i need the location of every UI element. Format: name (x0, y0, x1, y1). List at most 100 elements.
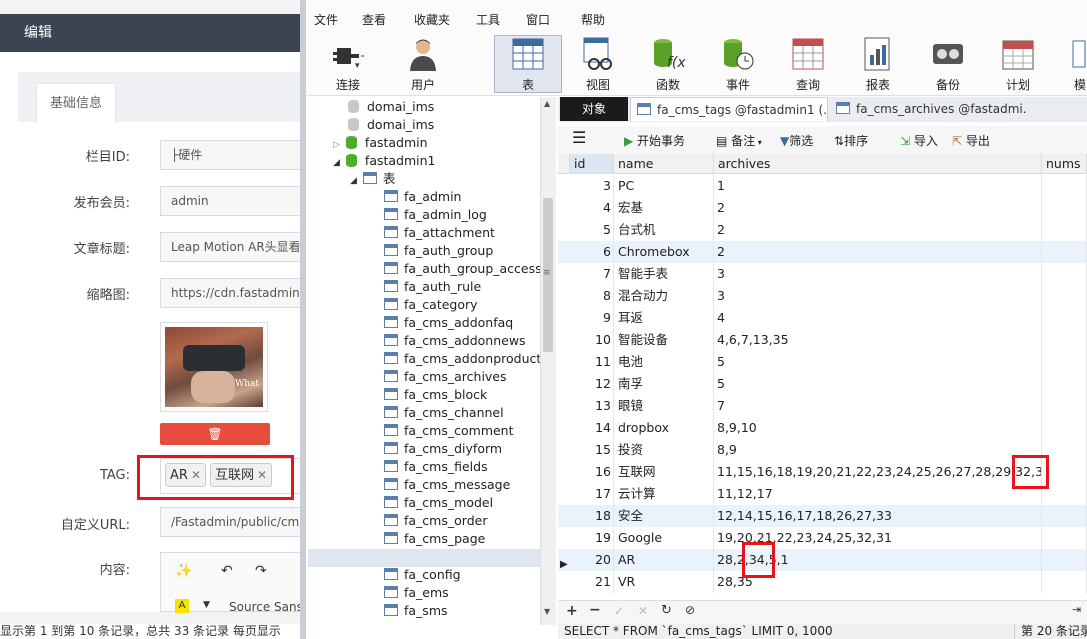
table-row[interactable]: 16 互联网 11,15,16,18,19,20,21,22,23,24,25,26… (558, 461, 1087, 483)
cell-archives[interactable]: 8,9,10 (714, 417, 1042, 439)
scroll-up-icon[interactable]: ▲ (544, 99, 550, 108)
cell-id[interactable]: 17 (570, 483, 614, 505)
table-row[interactable]: 3 PC 1 (558, 175, 1087, 197)
url-input[interactable]: /Fastadmin/public/cms/a (160, 507, 306, 537)
cell-id[interactable]: 6 (570, 241, 614, 263)
tree-table-fa-ems[interactable]: fa_ems (384, 584, 449, 602)
cell-id[interactable]: 12 (570, 373, 614, 395)
function-button[interactable]: f(x)函数 (636, 36, 700, 94)
cell-name[interactable]: 智能手表 (614, 263, 714, 285)
cell-id[interactable]: 18 (570, 505, 614, 527)
tree-table-fa-cms-diyform[interactable]: fa_cms_diyform (384, 440, 502, 458)
table-row[interactable]: 17 云计算 11,12,17 (558, 483, 1087, 505)
table-row[interactable]: 11 电池 5 (558, 351, 1087, 373)
delete-thumb-button[interactable]: 🗑 (160, 423, 270, 445)
scroll-down-icon[interactable]: ▼ (544, 607, 550, 616)
cell-nums[interactable] (1042, 307, 1087, 329)
begin-transaction-button[interactable]: ▶ 开始事务 (624, 132, 685, 149)
thumb-url-input[interactable]: https://cdn.fastadmin.net (160, 278, 306, 308)
cell-archives[interactable]: 4,6,7,13,35 (714, 329, 1042, 351)
table-row[interactable]: 9 耳返 4 (558, 307, 1087, 329)
cell-id[interactable]: 4 (570, 197, 614, 219)
tree-table-fa-cms-block[interactable]: fa_cms_block (384, 386, 487, 404)
cell-archives[interactable]: 4 (714, 307, 1042, 329)
import-button[interactable]: ⇲ 导入 (900, 132, 938, 149)
tree-group-tables[interactable]: ◢ 表 (350, 170, 395, 188)
cell-name[interactable]: VR (614, 571, 714, 593)
apply-icon[interactable]: ✓ (614, 604, 624, 618)
column-header-name[interactable]: name (614, 154, 714, 174)
tree-db-fastadmin[interactable]: ▷ fastadmin (333, 134, 428, 152)
tree-table-fa-cms-message[interactable]: fa_cms_message (384, 476, 510, 494)
undo-icon[interactable]: ↶ (221, 563, 233, 579)
last-page-icon[interactable]: ⇥ (1072, 603, 1081, 616)
report-button[interactable]: 报表 (846, 36, 910, 94)
cell-id[interactable]: 8 (570, 285, 614, 307)
query-button[interactable]: 查询 (776, 36, 840, 94)
user-button[interactable]: 用户 (391, 36, 455, 94)
cell-id[interactable]: 16 (570, 461, 614, 483)
cell-nums[interactable] (1042, 373, 1087, 395)
add-row-icon[interactable]: + (566, 603, 578, 619)
column-header-nums[interactable]: nums (1042, 154, 1087, 174)
cell-name[interactable]: 混合动力 (614, 285, 714, 307)
cell-id[interactable]: 10 (570, 329, 614, 351)
backup-button[interactable]: 备份 (916, 36, 980, 94)
note-button[interactable]: ▤ 备注 ▾ (716, 132, 762, 149)
cell-archives[interactable]: 8,9 (714, 439, 1042, 461)
cell-nums[interactable] (1042, 241, 1087, 263)
cell-nums[interactable] (1042, 329, 1087, 351)
tab-fa-cms-tags[interactable]: fa_cms_tags @fastadmin1 (... (630, 97, 828, 121)
cell-id[interactable]: 13 (570, 395, 614, 417)
tree-table-fa-auth-group-access[interactable]: fa_auth_group_access (384, 260, 542, 278)
cell-id[interactable]: 11 (570, 351, 614, 373)
cell-name[interactable]: dropbox (614, 417, 714, 439)
cell-nums[interactable] (1042, 263, 1087, 285)
cell-archives[interactable]: 3 (714, 263, 1042, 285)
cell-name[interactable]: 耳返 (614, 307, 714, 329)
cell-id[interactable]: 3 (570, 175, 614, 197)
tree-db-domai-ims[interactable]: domai_ims (348, 98, 434, 116)
cell-archives[interactable]: 2 (714, 219, 1042, 241)
table-row[interactable]: 5 台式机 2 (558, 219, 1087, 241)
tree-table-fa-cms-comment[interactable]: fa_cms_comment (384, 422, 514, 440)
tree-table-fa-auth-rule[interactable]: fa_auth_rule (384, 278, 481, 296)
table-row[interactable]: 8 混合动力 3 (558, 285, 1087, 307)
cell-id[interactable]: 14 (570, 417, 614, 439)
table-row[interactable]: 6 Chromebox 2 (558, 241, 1087, 263)
cell-archives[interactable]: 5 (714, 351, 1042, 373)
tab-fa-cms-archives[interactable]: fa_cms_archives @fastadmi... (830, 97, 1028, 121)
menu-help[interactable]: 帮助 (581, 11, 605, 28)
cell-name[interactable]: Google (614, 527, 714, 549)
title-input[interactable]: Leap Motion AR头显看起 (160, 232, 306, 262)
cell-nums[interactable] (1042, 571, 1087, 593)
table-row[interactable]: 7 智能手表 3 (558, 263, 1087, 285)
cell-id[interactable]: 7 (570, 263, 614, 285)
tree-table-fa-cms-archives[interactable]: fa_cms_archives (384, 368, 507, 386)
cell-id[interactable]: 15 (570, 439, 614, 461)
cell-archives[interactable]: 2 (714, 241, 1042, 263)
tree-db-fastadmin1[interactable]: ◢ fastadmin1 (333, 152, 436, 170)
menu-view[interactable]: 查看 (362, 11, 386, 28)
tree-table-fa-admin-log[interactable]: fa_admin_log (384, 206, 487, 224)
category-select[interactable]: ├硬件 (160, 140, 306, 170)
redo-icon[interactable]: ↷ (255, 563, 267, 579)
event-button[interactable]: 事件 (706, 36, 770, 94)
connect-button[interactable]: ▾ 连接 (316, 36, 380, 94)
cell-nums[interactable] (1042, 417, 1087, 439)
cell-nums[interactable] (1042, 175, 1087, 197)
cell-id[interactable]: 9 (570, 307, 614, 329)
cell-nums[interactable] (1042, 285, 1087, 307)
table-row[interactable]: 15 投资 8,9 (558, 439, 1087, 461)
menu-window[interactable]: 窗口 (526, 11, 550, 28)
model-button[interactable]: 模 (1056, 36, 1087, 94)
tree-table-fa-config[interactable]: fa_config (384, 566, 461, 584)
highlight-icon[interactable]: A (175, 599, 189, 613)
cell-archives[interactable]: 7 (714, 395, 1042, 417)
table-row[interactable]: 19 Google 19,20,21,22,23,24,25,32,31 (558, 527, 1087, 549)
cell-name[interactable]: 台式机 (614, 219, 714, 241)
schedule-button[interactable]: 计划 (986, 36, 1050, 94)
magic-wand-icon[interactable]: ✨ (175, 563, 192, 579)
tree-table-fa-cms-fields[interactable]: fa_cms_fields (384, 458, 488, 476)
cell-archives[interactable]: 5 (714, 373, 1042, 395)
